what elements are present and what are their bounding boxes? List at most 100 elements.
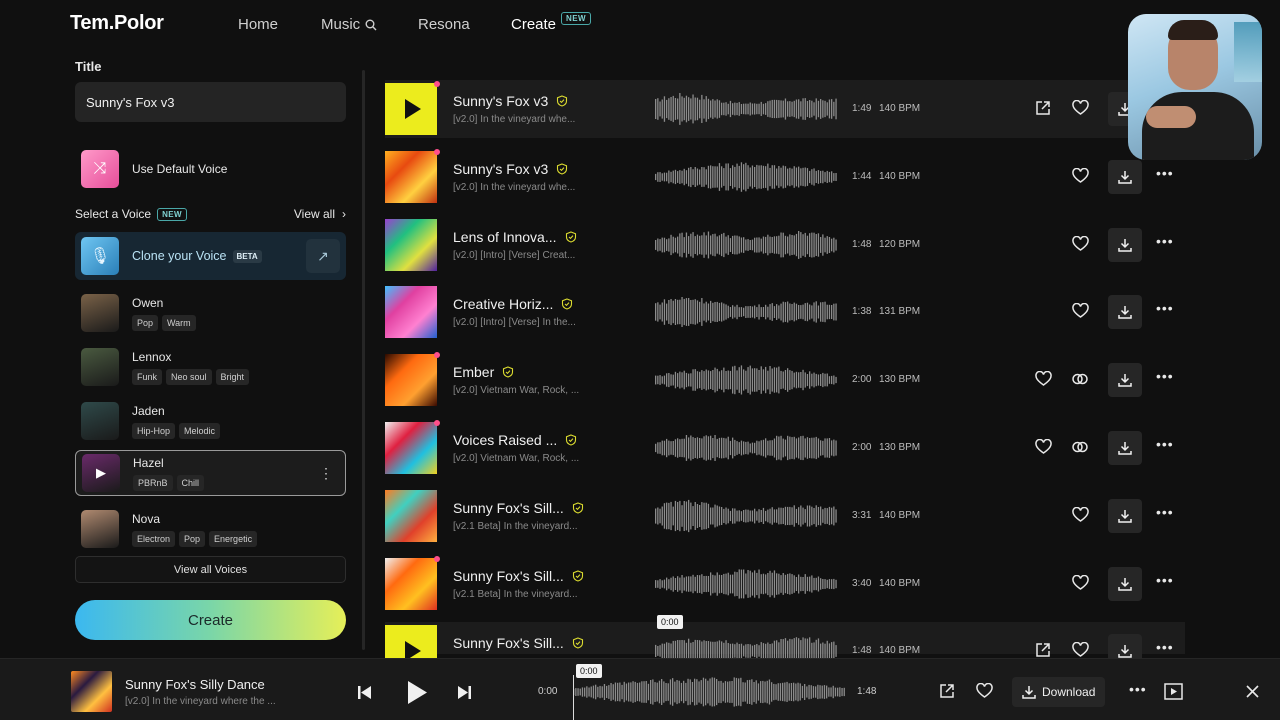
track-cover[interactable]	[385, 286, 437, 339]
play-icon[interactable]	[385, 83, 437, 135]
verified-icon	[572, 637, 583, 649]
track-row[interactable]: Ember [v2.0] Vietnam War, Rock, ... 2:00 13…	[385, 351, 1185, 409]
nav-home[interactable]: Home	[238, 16, 278, 33]
heart-icon[interactable]	[1069, 233, 1091, 255]
track-row[interactable]: Sunny Fox's Sill... [v2.1 Beta] In the vi…	[385, 555, 1185, 613]
voice-item[interactable]: Nova Electron Pop Energetic	[75, 506, 346, 552]
track-cover[interactable]	[385, 422, 437, 474]
track-waveform[interactable]	[655, 497, 837, 535]
nav-resona[interactable]: Resona	[418, 16, 470, 33]
logo[interactable]: Tem.Polor	[70, 12, 164, 35]
track-title[interactable]: Sunny Fox's Sill...	[453, 568, 584, 584]
playhead-time-tooltip: 0:00	[576, 664, 602, 678]
track-waveform[interactable]	[655, 158, 837, 196]
download-icon[interactable]	[1108, 227, 1142, 262]
nav-music[interactable]: Music	[321, 16, 377, 33]
download-icon[interactable]	[1108, 566, 1142, 601]
arrow-up-right-icon[interactable]: ↗	[306, 239, 340, 273]
view-all-link[interactable]: View all ›	[294, 207, 346, 221]
more-options-icon[interactable]: •••	[1156, 639, 1174, 655]
track-title[interactable]: Sunny Fox's Sill...	[453, 500, 584, 516]
remix-icon[interactable]	[1069, 368, 1091, 390]
track-row[interactable]: Sunny Fox's Sill... 0:00 1:48 140 BPM •••	[385, 615, 1185, 678]
heart-icon[interactable]	[1069, 572, 1091, 594]
play-icon[interactable]	[406, 680, 428, 705]
heart-icon[interactable]	[1069, 504, 1091, 526]
select-voice-label: Select a Voice	[75, 207, 152, 221]
track-title[interactable]: Lens of Innova...	[453, 229, 577, 245]
heart-icon[interactable]	[1069, 300, 1091, 322]
heart-icon[interactable]	[1032, 436, 1054, 458]
track-row[interactable]: Creative Horiz... [v2.0] [Intro] [Verse] …	[385, 283, 1185, 341]
track-row[interactable]: Sunny's Fox v3 [v2.0] In the vineyard whe…	[385, 80, 1185, 138]
voice-item[interactable]: Lennox Funk Neo soul Bright	[75, 344, 346, 390]
clone-voice-card[interactable]: 🎙 Clone your Voice BETA ↗	[75, 232, 346, 280]
nav-create[interactable]: Create NEW	[511, 12, 591, 33]
chevron-right-icon: ›	[342, 207, 346, 221]
track-row[interactable]: Voices Raised ... [v2.0] Vietnam War, Roc…	[385, 419, 1185, 477]
more-options-icon[interactable]: •••	[1156, 504, 1174, 520]
track-title[interactable]: Ember	[453, 364, 514, 380]
track-row[interactable]: Sunny Fox's Sill... [v2.1 Beta] In the vi…	[385, 487, 1185, 545]
share-icon[interactable]	[939, 683, 955, 699]
download-button[interactable]: Download	[1012, 677, 1106, 707]
download-icon[interactable]	[1108, 295, 1142, 330]
track-title[interactable]: Sunny's Fox v3	[453, 161, 568, 177]
track-title[interactable]: Creative Horiz...	[453, 296, 573, 312]
use-default-voice[interactable]: ⤨ Use Default Voice	[81, 150, 227, 188]
heart-icon[interactable]	[976, 683, 993, 699]
heart-icon[interactable]	[1069, 97, 1091, 119]
more-options-icon[interactable]: •••	[1156, 233, 1174, 249]
remix-icon[interactable]	[1069, 436, 1091, 458]
download-icon[interactable]	[1108, 159, 1142, 194]
track-waveform[interactable]	[655, 565, 837, 603]
kebab-menu-icon[interactable]: ⋮	[319, 465, 333, 482]
track-cover[interactable]	[385, 150, 437, 203]
track-title[interactable]: Sunny's Fox v3	[453, 93, 568, 109]
now-playing-title[interactable]: Sunny Fox's Silly Dance	[125, 677, 265, 692]
panel-divider[interactable]	[362, 70, 365, 650]
more-options-icon[interactable]: •••	[1156, 572, 1174, 588]
player-waveform[interactable]	[573, 673, 845, 711]
voice-item[interactable]: ▶ Hazel PBRnB Chill ⋮	[75, 450, 346, 496]
track-title[interactable]: Voices Raised ...	[453, 432, 577, 448]
share-icon[interactable]	[1032, 97, 1054, 119]
track-waveform[interactable]	[655, 429, 837, 467]
track-waveform[interactable]	[655, 226, 837, 264]
voice-tag: Electron	[132, 530, 176, 547]
track-row[interactable]: Lens of Innova... [v2.0] [Intro] [Verse] …	[385, 216, 1185, 274]
track-duration: 1:44	[852, 170, 872, 182]
create-button[interactable]: Create	[75, 600, 346, 640]
track-row[interactable]: Sunny's Fox v3 [v2.0] In the vineyard whe…	[385, 148, 1185, 206]
download-icon[interactable]	[1108, 363, 1142, 398]
more-options-icon[interactable]: •••	[1129, 681, 1147, 697]
more-options-icon[interactable]: •••	[1156, 436, 1174, 452]
previous-icon[interactable]	[357, 685, 372, 700]
download-icon[interactable]	[1108, 498, 1142, 533]
track-cover[interactable]	[385, 218, 437, 271]
voice-item[interactable]: Owen Pop Warm	[75, 290, 346, 336]
title-input[interactable]	[75, 82, 346, 122]
track-cover[interactable]	[385, 557, 437, 610]
next-icon[interactable]	[457, 685, 472, 700]
heart-icon[interactable]	[1069, 165, 1091, 187]
more-options-icon[interactable]: •••	[1156, 165, 1174, 181]
track-waveform[interactable]	[655, 293, 837, 331]
track-cover[interactable]	[385, 354, 437, 407]
more-options-icon[interactable]: •••	[1156, 368, 1174, 384]
download-icon[interactable]	[1108, 431, 1142, 465]
track-title-text: Sunny Fox's Sill...	[453, 635, 564, 652]
track-waveform[interactable]	[655, 361, 837, 399]
heart-icon[interactable]	[1032, 368, 1054, 390]
track-cover[interactable]	[385, 489, 437, 542]
close-icon[interactable]	[1246, 685, 1259, 698]
more-options-icon[interactable]: •••	[1156, 300, 1174, 316]
voice-item[interactable]: Jaden Hip-Hop Melodic	[75, 398, 346, 444]
video-icon[interactable]	[1164, 683, 1183, 700]
new-indicator-dot	[434, 555, 440, 562]
track-waveform[interactable]	[655, 90, 837, 128]
track-title[interactable]: Sunny Fox's Sill...	[453, 635, 584, 651]
playhead[interactable]	[573, 675, 574, 720]
track-title-text: Voices Raised ...	[453, 432, 558, 448]
view-all-voices-button[interactable]: View all Voices	[75, 556, 346, 583]
